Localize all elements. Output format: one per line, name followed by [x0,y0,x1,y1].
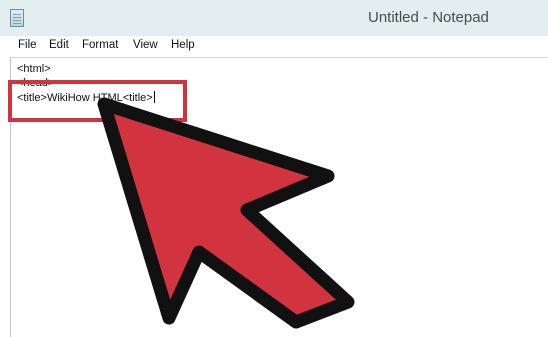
notepad-window: Untitled - Notepad File Edit Format View… [0,0,548,337]
arrow-pointer-icon [97,97,355,329]
arrow-pointer-shape [97,97,355,329]
